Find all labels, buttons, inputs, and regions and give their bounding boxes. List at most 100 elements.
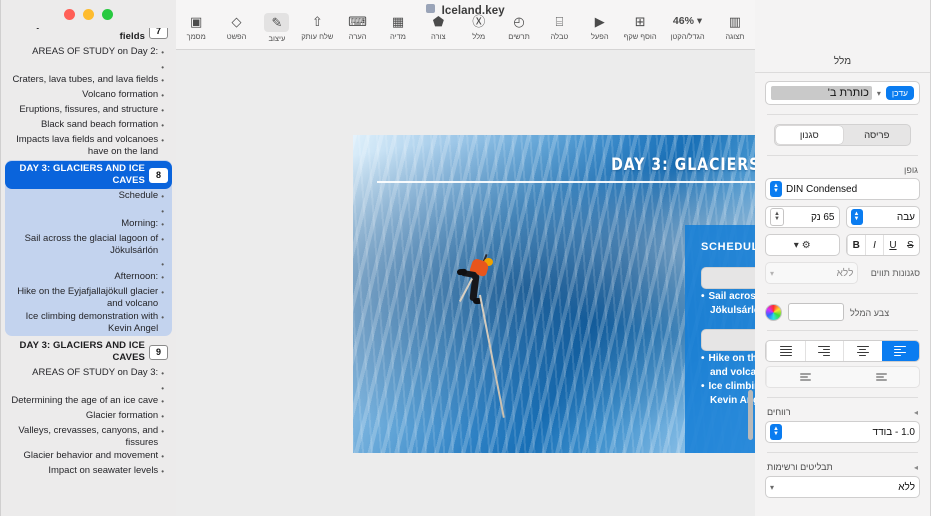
outline-bullet[interactable]: • Volcano formation (5, 88, 172, 103)
font-weight-value[interactable]: עבה (867, 212, 915, 223)
outline-slide-group[interactable]: 8 DAY 3: GLACIERS AND ICE CAVES • Schedule •… (5, 160, 172, 336)
text-style-buttons[interactable]: B I U S (845, 234, 920, 256)
outline-bullet-text[interactable]: Eruptions, fissures, and structure (9, 104, 158, 116)
spacing-section[interactable]: רווחים ◂ (767, 407, 918, 417)
font-weight-select[interactable]: ▲ ▼ עבה (845, 206, 920, 228)
outline-bullet[interactable]: • Hike on the Eyjafjallajökull glacier an… (5, 285, 172, 310)
spacing-value[interactable]: 1.0 - בודד (786, 427, 915, 438)
toolbar-button-shuffle[interactable]: ◇ הפשט (216, 12, 256, 41)
toolbar-button-play[interactable]: ▶ הפעל (580, 12, 620, 41)
outline-bullet-text[interactable]: Determining the age of an ice cave (9, 395, 158, 407)
align-left-button[interactable] (804, 341, 844, 361)
outline-slide-group[interactable]: 7Day 2: Volcanoes and lava fields • :AREAS… (5, 28, 172, 159)
outline-bullet[interactable]: • Eruptions, fissures, and structure (5, 103, 172, 118)
bold-button[interactable]: B (846, 235, 865, 255)
window-controls[interactable] (1, 0, 176, 28)
paragraph-style-name[interactable]: כותרת ב' (771, 86, 872, 100)
align-justify-button[interactable] (766, 341, 805, 361)
chevron-down-icon[interactable]: ▾ (877, 89, 881, 98)
outline-bullet-text[interactable]: Craters, lava tubes, and lava fields (9, 74, 158, 86)
outline-bullet-text[interactable]: Impacts lava fields and volcanoes have o… (9, 134, 158, 157)
outline-bullet[interactable]: • Sail across the glacial lagoon of Jökul… (5, 232, 172, 257)
outline-bullet-text[interactable]: Ice climbing demonstration with Kevin An… (9, 311, 159, 334)
outline-bullet-text[interactable]: Volcano formation (9, 89, 158, 101)
color-wheel-icon[interactable] (765, 303, 782, 321)
chevron-down-icon[interactable]: ▾ (770, 483, 774, 492)
toolbar-button-media[interactable]: ▦ מדיה (378, 12, 418, 41)
underline-button[interactable]: U (883, 235, 901, 255)
indent-buttons[interactable] (765, 366, 920, 388)
outline-bullet[interactable]: • (5, 381, 172, 394)
outline-bullet[interactable]: • Glacier formation (5, 409, 172, 424)
outline-bullet[interactable]: • Black sand beach formation (5, 118, 172, 133)
outline-bullet-text[interactable]: :Afternoon (9, 271, 158, 283)
outline-slide-title[interactable]: DAY 3: GLACIERS AND ICE CAVES (9, 340, 145, 364)
outline-bullet-text[interactable]: Glacier behavior and movement (9, 450, 159, 462)
outline-slide-title[interactable]: Day 2: Volcanoes and lava fields (9, 28, 145, 43)
outline-bullet-text[interactable]: Black sand beach formation (9, 119, 158, 131)
outline-bullet[interactable]: • Impacts lava fields and volcanoes have … (5, 133, 172, 158)
close-button[interactable] (64, 8, 75, 20)
chevron-right-icon[interactable]: ◂ (914, 408, 918, 417)
font-family-stepper-icon[interactable]: ▲ ▼ (770, 181, 782, 197)
text-color-swatch[interactable] (788, 303, 844, 321)
outline-bullet[interactable]: •:Afternoon (5, 270, 172, 285)
scrollbar-thumb[interactable] (748, 390, 753, 440)
outline-bullet[interactable]: • Determining the age of an ice cave (5, 394, 172, 409)
character-styles-select[interactable]: ▾ ללא (765, 262, 859, 284)
slide-title-text[interactable]: DAY 3: GLACIERS AND ICE CAVES (611, 155, 755, 175)
schedule-panel[interactable]: SCHEDULE Morning: Sail across the glacia… (685, 225, 755, 453)
toolbar-button-table[interactable]: ⌸ טבלה (539, 12, 579, 41)
outline-bullet[interactable]: • Glacier behavior and movement (5, 449, 172, 464)
outline-bullet-text[interactable]: Glacier formation (9, 410, 158, 422)
outline-bullet[interactable]: • Craters, lava tubes, and lava fields (5, 73, 172, 88)
outline-bullet[interactable]: • (5, 204, 172, 217)
outline-bullet-text[interactable]: :AREAS OF STUDY on Day 2 (9, 46, 158, 58)
outline-bullet[interactable]: • Schedule (5, 189, 172, 204)
outline-bullet[interactable]: •:Morning (5, 217, 172, 232)
strikethrough-button[interactable]: S (902, 235, 919, 255)
toolbar-button-add-slide[interactable]: ⊞ הוסף שקף (620, 12, 660, 41)
outline-bullet-text[interactable]: :AREAS OF STUDY on Day 3 (9, 367, 158, 379)
align-center-button[interactable] (843, 341, 882, 361)
style-layout-segmented[interactable]: סגנון פריסה (774, 124, 911, 146)
bullets-value[interactable]: ללא (778, 482, 915, 493)
outline-bullet-text[interactable]: Impact on seawater levels (9, 465, 158, 477)
toolbar-button-brush[interactable]: ✎ עיצוב (257, 12, 297, 43)
spacing-select[interactable]: ▲ ▼ 1.0 - בודד (765, 421, 920, 443)
toolbar-button-view[interactable]: ▥ תצוגה (715, 12, 755, 41)
bullets-select[interactable]: ▾ ללא (765, 476, 920, 498)
outline-bullet-text[interactable]: Sail across the glacial lagoon of Jökuls… (9, 233, 159, 256)
font-size-stepper-icon[interactable]: ▲ ▼ (770, 208, 784, 226)
chevron-right-icon[interactable]: ◂ (914, 463, 918, 472)
slide-editor[interactable]: DAY 3: GLACIERS AND ICE CAVES SCHEDULE M… (353, 135, 755, 453)
alignment-buttons[interactable] (765, 340, 920, 362)
outline-slide-title-row[interactable]: 7 Day 2: Volcanoes and lava fields (5, 28, 172, 45)
toolbar-button-share[interactable]: ⇧ שלח עותק (297, 12, 337, 41)
italic-button[interactable]: I (864, 235, 883, 255)
main-toolbar[interactable]: Iceland.key ▣ מסמך ◇ הפשט ✎ עיצוב ⇧ שלח עותק ⌨ הע… (176, 0, 755, 50)
zoom-button[interactable] (102, 8, 113, 20)
outline-slide-group[interactable]: 9 DAY 3: GLACIERS AND ICE CAVES •:AREAS OF… (5, 337, 172, 480)
font-weight-stepper-icon[interactable]: ▲ ▼ (850, 209, 863, 225)
outline-bullet[interactable]: • (5, 60, 172, 73)
outline-bullet-text[interactable]: :Morning (9, 218, 158, 230)
decrease-indent-button[interactable] (766, 367, 843, 387)
slide-canvas[interactable]: DAY 3: GLACIERS AND ICE CAVES SCHEDULE M… (176, 50, 755, 516)
align-right-button[interactable] (881, 341, 919, 361)
toolbar-button-comment[interactable]: ⌨ הערה (337, 12, 377, 41)
segment-style[interactable]: סגנון (776, 126, 843, 144)
bullets-section[interactable]: תבליטים ורשימות ◂ (767, 462, 918, 472)
font-family-select[interactable]: ▲ ▼ DIN Condensed (765, 178, 920, 200)
outline-bullet[interactable]: •:AREAS OF STUDY on Day 3 (5, 366, 172, 381)
font-size-value[interactable]: 65 נק (788, 212, 835, 223)
segment-layout[interactable]: פריסה (844, 125, 911, 145)
toolbar-button-display[interactable]: ▣ מסמך (176, 12, 216, 41)
outline-bullet[interactable]: • (5, 257, 172, 270)
outline-slide-title-row[interactable]: 9 DAY 3: GLACIERS AND ICE CAVES (5, 338, 172, 366)
spacing-stepper-icon[interactable]: ▲ ▼ (770, 424, 782, 440)
paragraph-style-control[interactable]: כותרת ב' ▾ עדכן (765, 81, 920, 105)
outline-slide-title[interactable]: DAY 3: GLACIERS AND ICE CAVES (9, 163, 145, 187)
toolbar-button-shape[interactable]: ⬟ צורה (418, 12, 458, 41)
font-size-stepper[interactable]: ▲ ▼ 65 נק (765, 206, 840, 228)
